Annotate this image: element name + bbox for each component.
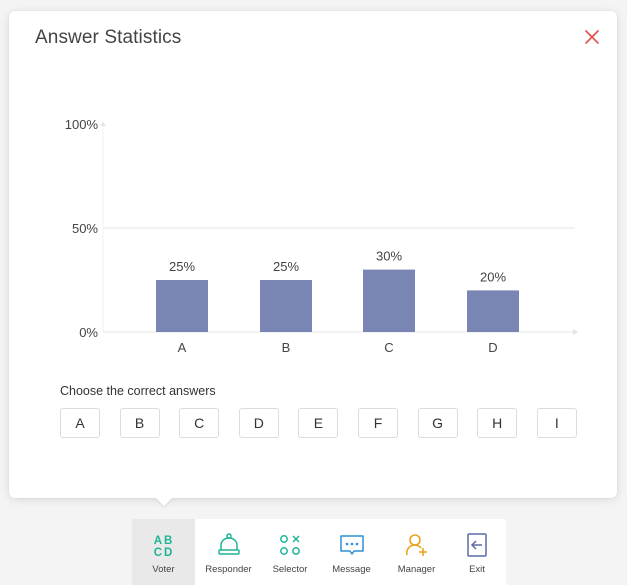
answers-label: Choose the correct answers bbox=[60, 384, 216, 398]
bar-value-label: 25% bbox=[169, 259, 195, 274]
toolbar-item-label: Voter bbox=[152, 564, 175, 575]
x-tick-label: B bbox=[282, 340, 291, 355]
exit-icon bbox=[467, 533, 487, 557]
y-tick-label: 50% bbox=[72, 221, 98, 236]
y-tick-label: 0% bbox=[79, 325, 98, 340]
answer-statistics-dialog: Answer Statistics 100% 50% 0% 25% A 25% B 30… bbox=[9, 11, 617, 498]
svg-text:AB: AB bbox=[153, 535, 174, 547]
answer-option-d[interactable]: D bbox=[238, 408, 279, 438]
message-icon bbox=[339, 535, 364, 555]
bar-d bbox=[467, 290, 519, 332]
toolbar-item-responder[interactable]: Responder bbox=[195, 519, 262, 585]
answer-bar-chart: 100% 50% 0% 25% A 25% B 30% C 20% D bbox=[65, 117, 578, 355]
answer-option-c[interactable]: C bbox=[179, 408, 220, 438]
toolbar-item-voter[interactable]: AB CD Voter bbox=[132, 519, 195, 585]
add-user-icon bbox=[405, 534, 427, 556]
answer-option-i[interactable]: I bbox=[536, 408, 577, 438]
dialog-pointer bbox=[155, 497, 173, 506]
x-tick-label: C bbox=[384, 340, 393, 355]
answer-options: ABCDEFGHI bbox=[60, 408, 590, 440]
toolbar-item-message[interactable]: Message bbox=[318, 519, 385, 585]
toolbar-item-selector[interactable]: Selector bbox=[262, 519, 318, 585]
toolbar-item-label: Exit bbox=[469, 564, 485, 575]
bar-a bbox=[156, 280, 208, 332]
answer-option-g[interactable]: G bbox=[417, 408, 458, 438]
bell-icon bbox=[217, 533, 240, 555]
answer-option-e[interactable]: E bbox=[298, 408, 339, 438]
x-axis-arrow-icon bbox=[573, 329, 578, 335]
bar-b bbox=[260, 280, 312, 332]
toolbar-item-label: Responder bbox=[205, 564, 252, 575]
x-tick-label: A bbox=[178, 340, 187, 355]
answer-option-f[interactable]: F bbox=[358, 408, 398, 438]
answer-option-h[interactable]: H bbox=[477, 408, 518, 438]
toolbar-item-label: Selector bbox=[272, 564, 308, 575]
toolbar-item-exit[interactable]: Exit bbox=[448, 519, 506, 585]
stage: Answer Statistics 100% 50% 0% 25% A 25% B 30… bbox=[0, 0, 627, 585]
svg-text:CD: CD bbox=[153, 547, 174, 558]
answer-option-a[interactable]: A bbox=[60, 408, 100, 438]
toolbar-item-label: Message bbox=[332, 564, 371, 575]
x-tick-label: D bbox=[488, 340, 497, 355]
bar-c bbox=[363, 269, 415, 332]
bar-value-label: 20% bbox=[480, 269, 506, 284]
toolbar-item-label: Manager bbox=[397, 564, 436, 575]
selector-icon bbox=[280, 535, 300, 555]
toolbar: AB CD Voter Responder Selector Message M… bbox=[132, 519, 506, 585]
bar-value-label: 30% bbox=[376, 249, 402, 264]
y-tick-label: 100% bbox=[65, 117, 99, 132]
bar-value-label: 25% bbox=[273, 259, 299, 274]
y-axis-arrow-icon bbox=[100, 122, 106, 126]
answer-option-b[interactable]: B bbox=[119, 408, 160, 438]
voter-icon: AB CD bbox=[153, 535, 174, 558]
toolbar-item-manager[interactable]: Manager bbox=[385, 519, 448, 585]
